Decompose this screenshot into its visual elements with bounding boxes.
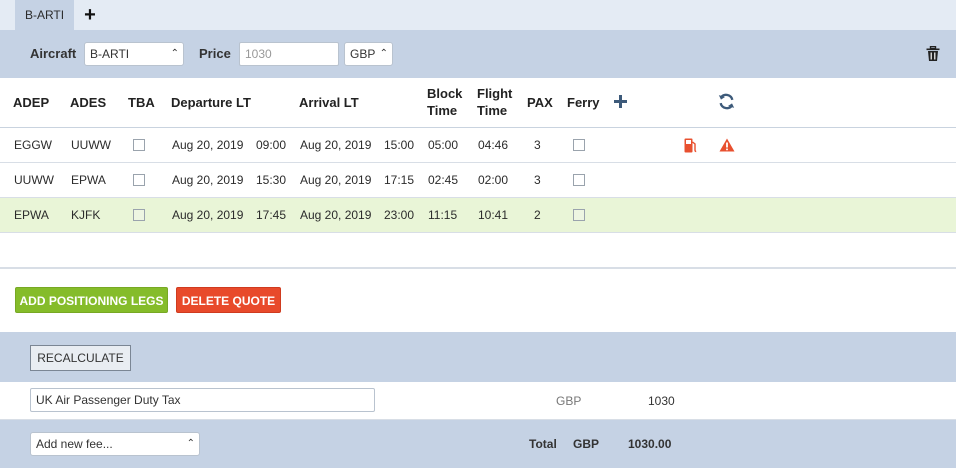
cell-dep-time: 17:45 <box>256 208 287 222</box>
cell-flight: 10:41 <box>478 208 509 222</box>
tba-checkbox[interactable] <box>133 209 145 221</box>
fee-amount: 1030 <box>648 394 675 408</box>
aircraft-select[interactable]: B-ARTI ⌃︎ <box>84 42 184 66</box>
table-row[interactable]: EGGW UUWW Aug 20, 2019 09:00 Aug 20, 201… <box>0 128 956 163</box>
cell-adep: UUWW <box>14 173 54 187</box>
col-adep: ADEP <box>13 95 50 110</box>
select-chevron-icon: ⌃︎ <box>170 48 179 59</box>
tab-aircraft[interactable]: B-ARTI <box>15 0 74 30</box>
add-positioning-legs-button[interactable]: ADD POSITIONING LEGS <box>15 287 168 313</box>
cell-arr-date: Aug 20, 2019 <box>300 138 372 152</box>
empty-table-row <box>0 233 956 269</box>
fee-row: UK Air Passenger Duty Tax GBP 1030 <box>0 382 956 420</box>
add-leg-icon[interactable] <box>614 95 627 108</box>
cell-arr-time: 23:00 <box>384 208 415 222</box>
col-flight-line1: Flight <box>477 86 513 101</box>
table-row[interactable]: EPWA KJFK Aug 20, 2019 17:45 Aug 20, 201… <box>0 198 956 233</box>
cell-block: 02:45 <box>428 173 459 187</box>
cell-ades: EPWA <box>71 173 106 187</box>
add-tab-icon[interactable]: + <box>80 5 100 25</box>
cell-block: 05:00 <box>428 138 459 152</box>
total-currency: GBP <box>573 437 600 451</box>
aircraft-bar: Aircraft B-ARTI ⌃︎ Price 1030 GBP ⌃︎ <box>0 30 956 78</box>
warning-icon[interactable] <box>719 138 735 152</box>
col-arrival: Arrival LT <box>299 95 359 110</box>
fee-currency: GBP <box>556 394 582 408</box>
trash-icon[interactable] <box>926 46 940 62</box>
cell-dep-date: Aug 20, 2019 <box>172 208 244 222</box>
cell-ades: UUWW <box>71 138 111 152</box>
ferry-checkbox[interactable] <box>573 174 585 186</box>
cell-block: 11:15 <box>428 208 458 222</box>
cell-dep-date: Aug 20, 2019 <box>172 173 244 187</box>
cell-dep-date: Aug 20, 2019 <box>172 138 244 152</box>
ferry-checkbox[interactable] <box>573 209 585 221</box>
legs-table-header: ADEP ADES TBA Departure LT Arrival LT Bl… <box>0 78 956 128</box>
fee-name-input[interactable]: UK Air Passenger Duty Tax <box>30 388 375 412</box>
col-pax: PAX <box>527 95 553 110</box>
cell-flight: 04:46 <box>478 138 509 152</box>
recalculate-bar: RECALCULATE <box>0 332 956 382</box>
cell-arr-time: 17:15 <box>384 173 415 187</box>
cell-dep-time: 15:30 <box>256 173 287 187</box>
tba-checkbox[interactable] <box>133 174 145 186</box>
col-flight-line2: Time <box>477 103 508 118</box>
currency-select-value: GBP <box>350 47 376 61</box>
col-block-line2: Time <box>427 103 458 118</box>
ferry-checkbox[interactable] <box>573 139 585 151</box>
total-amount: 1030.00 <box>628 437 672 451</box>
add-fee-select-value: Add new fee... <box>36 437 113 451</box>
delete-quote-button[interactable]: DELETE QUOTE <box>176 287 281 313</box>
cell-dep-time: 09:00 <box>256 138 287 152</box>
currency-select[interactable]: GBP ⌃︎ <box>344 42 393 66</box>
recalculate-button[interactable]: RECALCULATE <box>30 345 131 371</box>
fuel-icon[interactable] <box>684 138 697 153</box>
col-tba: TBA <box>128 95 155 110</box>
cell-arr-date: Aug 20, 2019 <box>300 208 372 222</box>
aircraft-label: Aircraft <box>30 46 77 61</box>
tab-bar: B-ARTI + <box>0 0 956 30</box>
total-label: Total <box>529 437 557 451</box>
add-fee-select[interactable]: Add new fee... ⌃︎ <box>30 432 200 456</box>
cell-adep: EGGW <box>14 138 52 152</box>
cell-flight: 02:00 <box>478 173 509 187</box>
cell-pax: 3 <box>534 138 541 152</box>
cell-arr-date: Aug 20, 2019 <box>300 173 372 187</box>
refresh-icon[interactable] <box>718 93 735 110</box>
col-ades: ADES <box>70 95 107 110</box>
total-bar: Add new fee... ⌃︎ Total GBP 1030.00 <box>0 420 956 468</box>
cell-pax: 3 <box>534 173 541 187</box>
table-row[interactable]: UUWW EPWA Aug 20, 2019 15:30 Aug 20, 201… <box>0 163 956 198</box>
col-departure: Departure LT <box>171 95 251 110</box>
price-input[interactable]: 1030 <box>239 42 339 66</box>
select-chevron-icon: ⌃︎ <box>186 438 195 449</box>
cell-adep: EPWA <box>14 208 49 222</box>
cell-ades: KJFK <box>71 208 101 222</box>
cell-arr-time: 15:00 <box>384 138 415 152</box>
select-chevron-icon: ⌃︎ <box>379 48 388 59</box>
price-label: Price <box>199 46 231 61</box>
tba-checkbox[interactable] <box>133 139 145 151</box>
cell-pax: 2 <box>534 208 541 222</box>
col-block-line1: Block <box>427 86 463 101</box>
col-ferry: Ferry <box>567 95 600 110</box>
aircraft-select-value: B-ARTI <box>90 47 130 61</box>
